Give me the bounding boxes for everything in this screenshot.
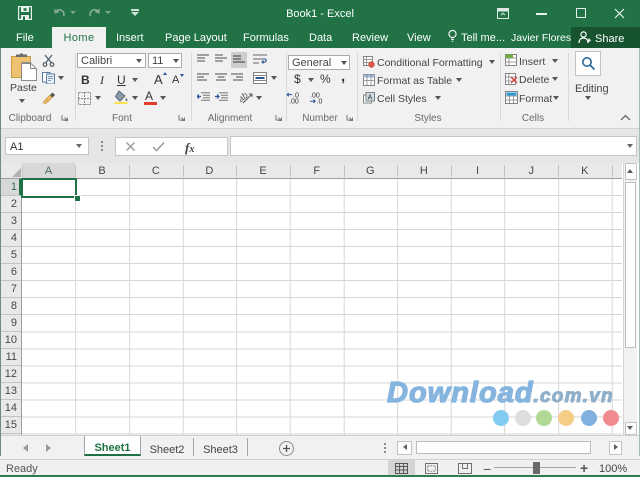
svg-text:A: A bbox=[368, 95, 373, 102]
svg-text:.00: .00 bbox=[289, 99, 299, 105]
svg-text:.0: .0 bbox=[317, 99, 323, 105]
